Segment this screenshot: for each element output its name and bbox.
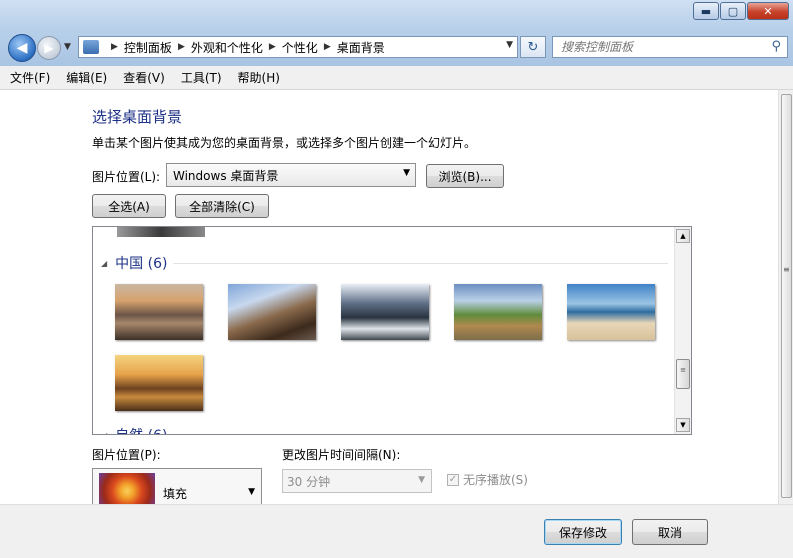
picture-position-select[interactable]: 填充 ▼	[92, 468, 262, 509]
checkbox-check-icon[interactable]: ✓	[447, 473, 459, 486]
cancel-button[interactable]: 取消	[632, 519, 708, 545]
breadcrumb-separator-icon[interactable]: ▶	[111, 42, 118, 52]
window-buttons: ▬ ▢ ✕	[692, 2, 789, 20]
group-header-nature[interactable]: ◢ 自然 (6)	[101, 425, 167, 435]
recent-pages-dropdown[interactable]: ▼	[64, 42, 71, 52]
breadcrumb-separator-icon[interactable]: ▶	[178, 42, 185, 52]
close-icon: ✕	[763, 4, 773, 18]
page-title: 选择桌面背景	[92, 108, 183, 126]
list-scrollbar[interactable]: ▲ ≡ ▼	[674, 227, 691, 434]
chevron-down-icon: ▼	[418, 475, 425, 485]
maximize-button[interactable]: ▢	[720, 2, 746, 20]
page-scrollbar[interactable]: ≡	[778, 90, 793, 504]
chevron-down-icon: ▼	[403, 168, 410, 178]
address-dropdown-icon[interactable]: ▼	[506, 40, 513, 50]
main-content: 选择桌面背景 单击某个图片使其成为您的桌面背景，或选择多个图片创建一个幻灯片。 …	[0, 90, 778, 509]
wallpaper-thumbnail[interactable]	[341, 284, 429, 340]
scroll-up-icon[interactable]: ▲	[676, 229, 690, 243]
group-header-china[interactable]: ◢ 中国 (6)	[101, 253, 167, 273]
breadcrumb-separator-icon[interactable]: ▶	[269, 42, 276, 52]
menu-view[interactable]: 查看(V)	[123, 69, 165, 86]
wallpaper-thumbnail[interactable]	[567, 284, 655, 340]
picture-position-value: 填充	[163, 487, 188, 501]
back-button[interactable]: ◀	[8, 34, 36, 62]
wallpaper-thumbnail[interactable]	[117, 227, 205, 237]
refresh-icon: ↻	[527, 39, 539, 55]
wallpaper-thumbnail[interactable]	[115, 355, 203, 411]
wallpaper-thumbnail[interactable]	[228, 284, 316, 340]
clear-all-button[interactable]: 全部清除(C)	[175, 194, 269, 218]
save-changes-button[interactable]: 保存修改	[544, 519, 622, 545]
footer-bar: 保存修改 取消	[0, 504, 793, 558]
menu-tools[interactable]: 工具(T)	[181, 69, 222, 86]
picture-list[interactable]: ◢ 中国 (6) ◢ 自然 (6) ▲ ≡ ▼	[92, 226, 692, 435]
browse-button[interactable]: 浏览(B)...	[426, 164, 504, 188]
forward-arrow-icon: ▶	[44, 41, 54, 55]
interval-select[interactable]: 30 分钟 ▼	[282, 469, 432, 493]
picture-location-label: 图片位置(L):	[92, 170, 161, 184]
picture-location-value: Windows 桌面背景	[173, 168, 279, 183]
minimize-button[interactable]: ▬	[693, 2, 719, 20]
window-chrome: ▬ ▢ ✕ ◀ ▶ ▼ ▶ 控制面板 ▶ 外观和个性化 ▶ 个性化 ▶ 桌面背景…	[0, 0, 793, 66]
page-scroll-thumb[interactable]	[781, 94, 792, 498]
menu-file[interactable]: 文件(F)	[10, 69, 50, 86]
breadcrumb-control-panel[interactable]: 控制面板	[124, 39, 172, 56]
refresh-button[interactable]: ↻	[520, 36, 546, 58]
scroll-thumb[interactable]: ≡	[676, 359, 690, 389]
address-bar[interactable]: ▶ 控制面板 ▶ 外观和个性化 ▶ 个性化 ▶ 桌面背景 ▼	[78, 36, 518, 58]
search-box[interactable]: ⚲	[552, 36, 788, 58]
collapse-icon: ◢	[101, 258, 108, 268]
wallpaper-thumbnail[interactable]	[454, 284, 542, 340]
search-input[interactable]	[561, 40, 761, 54]
forward-button[interactable]: ▶	[37, 36, 61, 60]
chevron-down-icon: ▼	[248, 487, 255, 497]
shuffle-checkbox[interactable]: ✓ 无序播放(S)	[447, 471, 528, 488]
scroll-down-icon[interactable]: ▼	[676, 418, 690, 432]
search-icon[interactable]: ⚲	[771, 39, 781, 54]
group-label: 自然 (6)	[115, 425, 167, 434]
minimize-icon: ▬	[700, 4, 712, 18]
picture-location-select[interactable]: Windows 桌面背景 ▼	[166, 163, 416, 187]
shuffle-label: 无序播放(S)	[463, 473, 528, 487]
back-arrow-icon: ◀	[16, 40, 28, 56]
group-label: 中国 (6)	[115, 256, 168, 272]
interval-value: 30 分钟	[287, 474, 331, 489]
page-description: 单击某个图片使其成为您的桌面背景，或选择多个图片创建一个幻灯片。	[92, 136, 477, 150]
scroll-grip-icon: ≡	[783, 265, 790, 274]
breadcrumb-personalization[interactable]: 个性化	[282, 39, 318, 56]
menu-bar: 文件(F) 编辑(E) 查看(V) 工具(T) 帮助(H)	[0, 66, 793, 90]
close-button[interactable]: ✕	[747, 2, 789, 20]
breadcrumb-desktop-background[interactable]: 桌面背景	[337, 39, 385, 56]
breadcrumb-separator-icon[interactable]: ▶	[324, 42, 331, 52]
menu-edit[interactable]: 编辑(E)	[66, 69, 107, 86]
interval-label: 更改图片时间间隔(N):	[282, 448, 401, 462]
menu-help[interactable]: 帮助(H)	[238, 69, 280, 86]
collapse-icon: ◢	[101, 430, 108, 435]
control-panel-icon	[83, 40, 99, 54]
wallpaper-thumbnail[interactable]	[115, 284, 203, 340]
select-all-button[interactable]: 全选(A)	[92, 194, 166, 218]
picture-position-label: 图片位置(P):	[92, 448, 161, 462]
maximize-icon: ▢	[727, 4, 739, 18]
group-divider	[173, 263, 668, 264]
breadcrumb-appearance[interactable]: 外观和个性化	[191, 39, 263, 56]
